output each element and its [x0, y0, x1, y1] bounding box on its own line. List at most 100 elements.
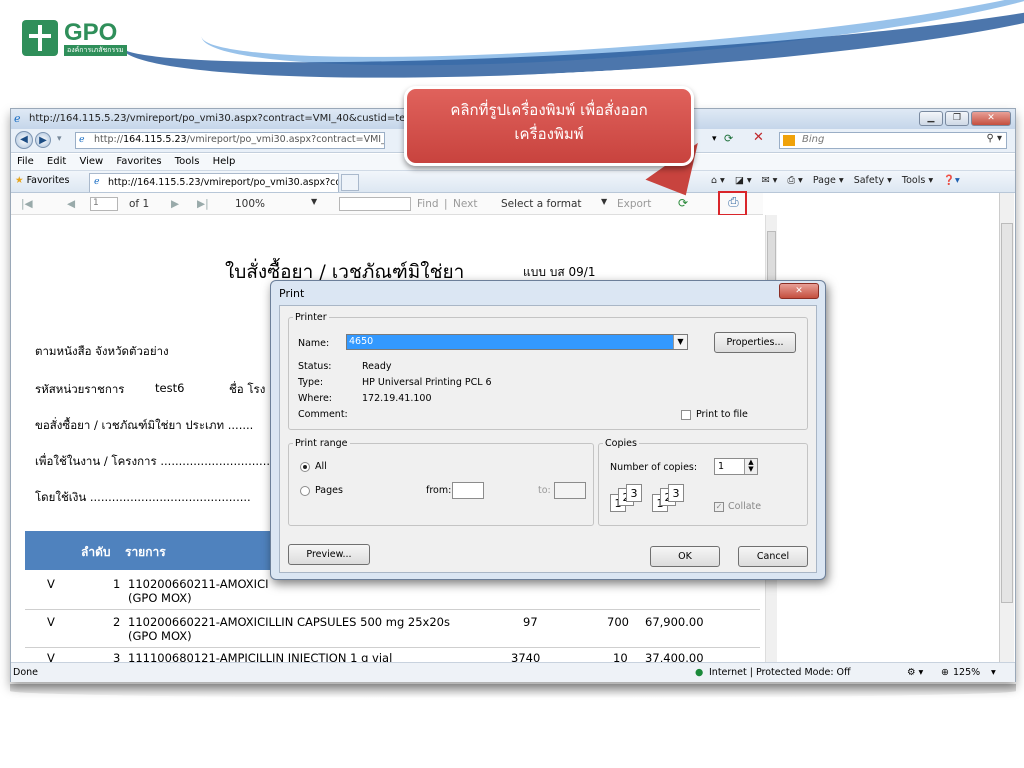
bing-icon: [783, 135, 795, 146]
row-unit-price: 10: [613, 651, 628, 662]
feeds-icon[interactable]: ◪ ▾: [735, 175, 752, 186]
tools-menu[interactable]: Tools ▾: [902, 175, 933, 186]
page-scrollbar[interactable]: [999, 193, 1014, 662]
help-icon[interactable]: ❓▾: [943, 175, 960, 186]
find-input[interactable]: [339, 197, 411, 211]
menu-view[interactable]: View: [79, 156, 103, 167]
properties-button[interactable]: Properties...: [714, 332, 796, 353]
zoom-level[interactable]: 125%: [953, 667, 980, 678]
page-3-icon: 3: [626, 484, 642, 502]
ok-button[interactable]: OK: [650, 546, 720, 567]
page-3-icon: 3: [668, 484, 684, 502]
gpo-logo: GPO องค์การเภสัชกรรม: [22, 18, 132, 58]
menu-favorites[interactable]: Favorites: [116, 156, 161, 167]
forward-button[interactable]: ▶: [35, 132, 51, 148]
to-input[interactable]: [554, 482, 586, 499]
home-icon[interactable]: ⌂ ▾: [711, 175, 725, 186]
printer-name-select[interactable]: 4650 ▼: [346, 334, 688, 350]
favorites-button[interactable]: ★ Favorites: [15, 175, 69, 186]
type-label: Type:: [298, 377, 324, 388]
print-to-file-checkbox[interactable]: [681, 410, 691, 420]
page-menu[interactable]: Page ▾: [813, 175, 844, 186]
ie-icon: ℯ: [14, 112, 21, 125]
first-page-icon[interactable]: |◀: [21, 198, 33, 210]
copies-label: Number of copies:: [610, 462, 698, 473]
agency-code-label: รหัสหน่วยราชการ: [35, 382, 125, 396]
col-number: ลำดับ: [81, 545, 111, 559]
find-link[interactable]: Find: [417, 198, 439, 210]
menu-edit[interactable]: Edit: [47, 156, 66, 167]
favorites-label: Favorites: [26, 175, 70, 186]
logo-text: GPO: [64, 18, 118, 46]
page-number-input[interactable]: 1: [90, 197, 118, 211]
category-line: ขอสั่งซื้อยา / เวชภัณฑ์มิใช่ยา ประเภท ..…: [35, 418, 254, 432]
callout-line-2: เครื่องพิมพ์: [514, 125, 584, 143]
copies-value: 1: [718, 461, 725, 472]
all-radio[interactable]: [300, 462, 310, 472]
row-total: 67,900.00: [645, 615, 704, 629]
recent-pages-icon[interactable]: ▾: [57, 134, 62, 144]
new-tab-button[interactable]: [341, 174, 359, 191]
format-dropdown-icon[interactable]: ▼: [601, 197, 607, 206]
collate-illustration: 1 2 3 1 2 3: [610, 484, 710, 514]
name-label: Name:: [298, 338, 330, 349]
collate-label: Collate: [728, 501, 762, 512]
caduceus-icon: [22, 20, 58, 56]
row-item: 111100680121-AMPICILLIN INJECTION 1 g vi…: [128, 651, 393, 662]
menu-tools[interactable]: Tools: [175, 156, 200, 167]
safety-menu[interactable]: Safety ▾: [854, 175, 892, 186]
search-input[interactable]: Bing ⚲ ▾: [779, 132, 1007, 149]
browser-tab[interactable]: ℯ http://164.115.5.23/vmireport/po_vmi30…: [89, 173, 339, 192]
row-total: 37,400.00: [645, 651, 704, 662]
preview-button[interactable]: Preview...: [288, 544, 370, 565]
security-zone: Internet | Protected Mode: Off: [709, 667, 851, 678]
stepper-arrows-icon[interactable]: ▲ ▼: [744, 459, 757, 474]
command-bar: ⌂ ▾ ◪ ▾ ✉ ▾ ⎙ ▾ Page ▾ Safety ▾ Tools ▾ …: [711, 175, 967, 186]
chevron-down-icon[interactable]: ▼: [673, 335, 687, 349]
menu-file[interactable]: File: [17, 156, 34, 167]
url-host: 164.115.5.23: [123, 134, 187, 145]
row-flag: V: [47, 577, 55, 591]
page-scroll-thumb[interactable]: [1001, 223, 1013, 603]
globe-icon: ●: [695, 667, 704, 678]
mail-icon[interactable]: ✉ ▾: [762, 175, 778, 186]
logo-subtext: องค์การเภสัชกรรม: [64, 44, 127, 56]
zoom-dropdown-icon[interactable]: ▼: [311, 197, 317, 206]
agency-code-value: test6: [155, 381, 185, 395]
zoom-select[interactable]: 100%: [235, 198, 265, 210]
page-count: of 1: [129, 198, 150, 210]
reference-line: ตามหนังสือ จังหวัดตัวอย่าง: [35, 344, 169, 358]
pages-radio[interactable]: [300, 486, 310, 496]
dialog-close-button[interactable]: ✕: [779, 283, 819, 299]
url-input[interactable]: ℯ http://164.115.5.23/vmireport/po_vmi30…: [75, 132, 385, 149]
refresh-icon[interactable]: ⟳: [724, 132, 733, 145]
print-toolbar-icon[interactable]: ⎙ ▾: [787, 175, 802, 186]
url-dropdown-icon[interactable]: ▾: [712, 134, 717, 144]
stop-icon[interactable]: ✕: [753, 130, 764, 145]
zoom-icon[interactable]: ⊕: [941, 667, 949, 678]
close-window-button[interactable]: ✕: [971, 111, 1011, 126]
copies-legend: Copies: [605, 438, 637, 449]
next-page-icon[interactable]: ▶: [171, 198, 179, 210]
tab-label: http://164.115.5.23/vmireport/po_vmi30.a…: [108, 177, 339, 188]
from-input[interactable]: [452, 482, 484, 499]
prev-page-icon[interactable]: ◀: [67, 198, 75, 210]
format-select[interactable]: Select a format: [501, 198, 582, 210]
protected-mode-icon[interactable]: ⚙ ▾: [907, 667, 923, 678]
status-value: Ready: [362, 361, 392, 372]
export-link[interactable]: Export: [617, 198, 651, 210]
back-button[interactable]: ◀: [15, 131, 33, 149]
minimize-button[interactable]: ▁: [919, 111, 943, 126]
page-icon: ℯ: [79, 134, 85, 145]
find-separator: |: [444, 198, 448, 210]
menu-help[interactable]: Help: [213, 156, 236, 167]
search-icon[interactable]: ⚲ ▾: [986, 133, 1002, 144]
cancel-button[interactable]: Cancel: [738, 546, 808, 567]
copies-stepper[interactable]: 1 ▲ ▼: [714, 458, 758, 475]
last-page-icon[interactable]: ▶|: [197, 198, 209, 210]
restore-button[interactable]: ❐: [945, 111, 969, 126]
zoom-dropdown-icon[interactable]: ▾: [991, 667, 996, 678]
col-item: รายการ: [125, 545, 166, 559]
find-next-link[interactable]: Next: [453, 198, 477, 210]
collate-checkbox[interactable]: ✓: [714, 502, 724, 512]
